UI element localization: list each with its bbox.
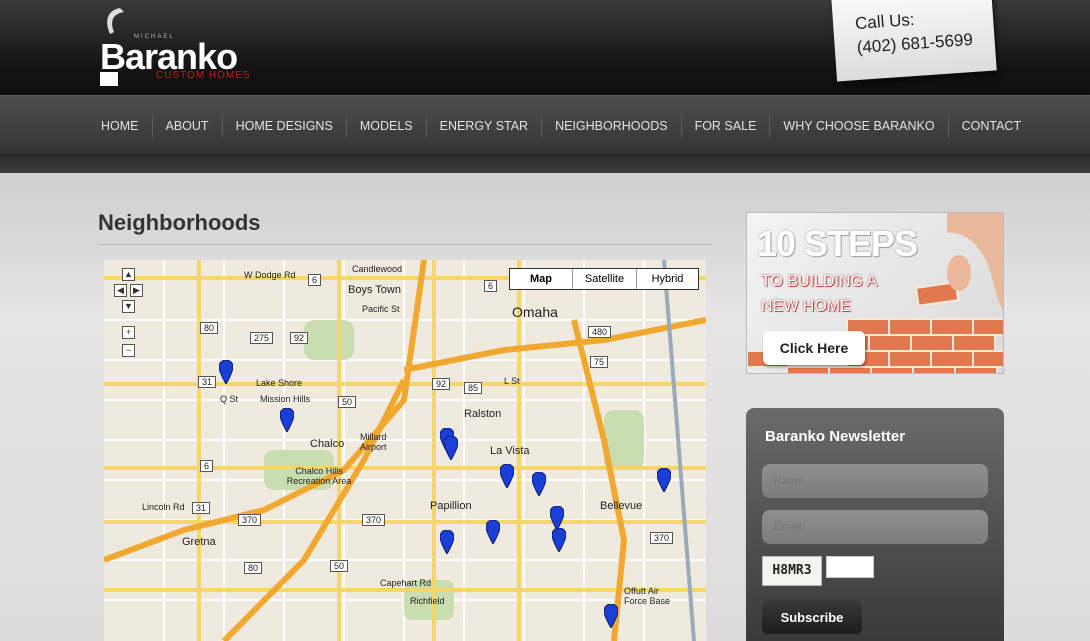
logo-tagline: CUSTOM HOMES <box>156 70 251 81</box>
ten-steps-promo[interactable]: 10 STEPS TO BUILDING A NEW HOME Click He… <box>746 212 1004 374</box>
map-pin-icon[interactable] <box>440 530 454 554</box>
route-shield: 80 <box>244 562 263 574</box>
site-logo[interactable]: MICHAEL Baranko CUSTOM HOMES <box>98 6 258 86</box>
nav-energy-star[interactable]: ENERGY STAR <box>425 116 541 138</box>
phone-number[interactable]: (402) 681-5699 <box>856 30 973 58</box>
map-label-la-vista: La Vista <box>490 445 530 457</box>
map-label-millard-airport: Millard Airport <box>360 432 387 452</box>
newsletter-box: Baranko Newsletter H8MR3 Subscribe <box>746 408 1004 641</box>
map-label-richfield: Richfield <box>410 596 445 606</box>
map-pin-icon[interactable] <box>500 464 514 488</box>
map-label-bellevue: Bellevue <box>600 500 643 512</box>
nav-about[interactable]: ABOUT <box>151 116 222 138</box>
map-type-satellite[interactable]: Satellite <box>572 269 636 289</box>
call-us-card: Call Us: (402) 681-5699 <box>831 0 997 82</box>
pan-left-button[interactable]: ◀ <box>114 284 127 297</box>
route-shield: 50 <box>338 396 357 408</box>
captcha-image: H8MR3 <box>762 556 822 586</box>
route-shield: 275 <box>250 332 274 344</box>
captcha-input[interactable] <box>826 556 874 578</box>
map-label-pacific-st: Pacific St <box>362 304 400 314</box>
map-label-lake-shore: Lake Shore <box>256 378 303 388</box>
route-shield: 370 <box>650 532 674 544</box>
promo-headline: 10 STEPS <box>757 223 918 264</box>
map-pin-icon[interactable] <box>552 528 566 552</box>
click-here-button[interactable]: Click Here <box>763 331 865 365</box>
map-label-candlewood: Candlewood <box>352 264 403 274</box>
map-pan-zoom-control: ▲ ◀ ▶ ▼ + − <box>114 268 144 368</box>
pan-up-button[interactable]: ▲ <box>122 268 135 281</box>
main-nav: HOME ABOUT HOME DESIGNS MODELS ENERGY ST… <box>0 95 1090 153</box>
newsletter-title: Baranko Newsletter <box>765 428 906 445</box>
nav-why-choose[interactable]: WHY CHOOSE BARANKO <box>769 116 947 138</box>
nav-home[interactable]: HOME <box>88 116 152 138</box>
name-field[interactable] <box>762 464 988 498</box>
map-label-gretna: Gretna <box>182 536 216 548</box>
route-shield: 370 <box>238 514 262 526</box>
map-type-control: Map Satellite Hybrid <box>509 268 699 290</box>
map-label-omaha: Omaha <box>512 304 558 320</box>
map-label-lincoln-rd: Lincoln Rd <box>142 502 185 512</box>
promo-subline-1: TO BUILDING A <box>761 273 878 290</box>
pan-right-button[interactable]: ▶ <box>130 284 143 297</box>
nav-subbar <box>0 153 1090 173</box>
pan-down-button[interactable]: ▼ <box>122 300 135 313</box>
map-label-q-st: Q St <box>220 394 239 404</box>
nav-contact[interactable]: CONTACT <box>947 116 1035 138</box>
nav-neighborhoods[interactable]: NEIGHBORHOODS <box>541 116 681 138</box>
map-label-ralston: Ralston <box>464 408 502 420</box>
title-divider <box>98 244 712 245</box>
email-field[interactable] <box>762 510 988 544</box>
map-label-papillion: Papillion <box>430 500 472 512</box>
map-type-hybrid[interactable]: Hybrid <box>636 269 698 289</box>
route-shield: 6 <box>484 280 498 292</box>
map-pin-icon[interactable] <box>532 472 546 496</box>
logo-block <box>100 72 118 86</box>
route-shield: 92 <box>290 332 309 344</box>
route-shield: 80 <box>200 322 219 334</box>
zoom-in-button[interactable]: + <box>122 326 135 339</box>
map-pin-icon[interactable] <box>657 468 671 492</box>
map-pin-icon[interactable] <box>604 604 618 628</box>
promo-subline-2: NEW HOME <box>761 298 851 315</box>
map-label-l-st: L St <box>504 376 520 386</box>
map-type-map[interactable]: Map <box>510 269 572 289</box>
nav-for-sale[interactable]: FOR SALE <box>680 116 770 138</box>
map-label-chalco-hills: Chalco Hills Recreation Area <box>286 466 352 486</box>
map-label-capehart-rd: Capehart Rd <box>380 578 432 588</box>
promo-subline: TO BUILDING A NEW HOME <box>761 269 877 319</box>
map-label-chalco: Chalco <box>310 438 345 450</box>
map-label-offutt: Offutt Air Force Base <box>624 586 671 606</box>
nav-home-designs[interactable]: HOME DESIGNS <box>221 116 346 138</box>
map-pin-icon[interactable] <box>550 506 564 530</box>
map-pin-icon[interactable] <box>219 360 233 384</box>
site-header: MICHAEL Baranko CUSTOM HOMES Call Us: (4… <box>0 0 1090 95</box>
subscribe-button[interactable]: Subscribe <box>762 600 862 634</box>
map-pin-icon[interactable] <box>486 520 500 544</box>
route-shield: 50 <box>330 560 349 572</box>
zoom-out-button[interactable]: − <box>122 344 135 357</box>
route-shield: 85 <box>464 382 483 394</box>
map-pin-icon[interactable] <box>444 436 458 460</box>
route-shield: 370 <box>362 514 386 526</box>
map-label-w-dodge-rd: W Dodge Rd <box>244 270 296 280</box>
nav-models[interactable]: MODELS <box>345 116 426 138</box>
route-shield: 6 <box>200 460 214 472</box>
map-label-mission-hills: Mission Hills <box>260 394 311 404</box>
neighborhood-map[interactable]: ▲ ◀ ▶ ▼ + − Map Satellite Hybrid Omaha B… <box>104 260 706 641</box>
route-shield: 6 <box>308 274 322 286</box>
call-label: Call Us: <box>854 9 916 34</box>
route-shield: 480 <box>588 326 612 338</box>
map-label-boys-town: Boys Town <box>348 284 401 296</box>
route-shield: 31 <box>198 376 217 388</box>
route-shield: 75 <box>590 356 609 368</box>
page-title: Neighborhoods <box>98 210 261 235</box>
map-pin-icon[interactable] <box>280 408 294 432</box>
route-shield: 92 <box>432 378 451 390</box>
route-shield: 31 <box>192 502 211 514</box>
